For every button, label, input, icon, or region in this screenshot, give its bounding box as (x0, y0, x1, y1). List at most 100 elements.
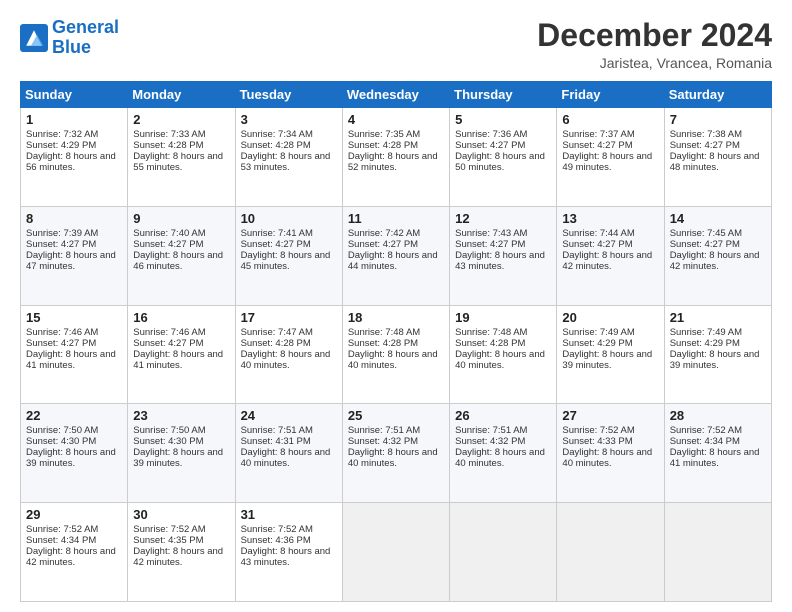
day-number: 3 (241, 112, 337, 127)
day-cell: 4Sunrise: 7:35 AMSunset: 4:28 PMDaylight… (342, 108, 449, 207)
day-cell: 7Sunrise: 7:38 AMSunset: 4:27 PMDaylight… (664, 108, 771, 207)
sunrise-label: Sunrise: 7:51 AM (241, 425, 313, 436)
day-cell: 16Sunrise: 7:46 AMSunset: 4:27 PMDayligh… (128, 305, 235, 404)
day-cell: 12Sunrise: 7:43 AMSunset: 4:27 PMDayligh… (450, 206, 557, 305)
col-header-wednesday: Wednesday (342, 82, 449, 108)
day-cell: 6Sunrise: 7:37 AMSunset: 4:27 PMDaylight… (557, 108, 664, 207)
sunset-label: Sunset: 4:29 PM (670, 338, 740, 349)
day-number: 6 (562, 112, 658, 127)
sunrise-label: Sunrise: 7:52 AM (670, 425, 742, 436)
day-cell: 28Sunrise: 7:52 AMSunset: 4:34 PMDayligh… (664, 404, 771, 503)
daylight-label: Daylight: 8 hours and 52 minutes. (348, 151, 438, 173)
day-cell: 9Sunrise: 7:40 AMSunset: 4:27 PMDaylight… (128, 206, 235, 305)
day-number: 26 (455, 408, 551, 423)
day-cell: 10Sunrise: 7:41 AMSunset: 4:27 PMDayligh… (235, 206, 342, 305)
sunrise-label: Sunrise: 7:35 AM (348, 129, 420, 140)
day-number: 8 (26, 211, 122, 226)
daylight-label: Daylight: 8 hours and 39 minutes. (26, 447, 116, 469)
sunset-label: Sunset: 4:28 PM (455, 338, 525, 349)
sunrise-label: Sunrise: 7:45 AM (670, 228, 742, 239)
day-cell: 15Sunrise: 7:46 AMSunset: 4:27 PMDayligh… (21, 305, 128, 404)
day-cell (557, 503, 664, 602)
sunset-label: Sunset: 4:27 PM (562, 239, 632, 250)
daylight-label: Daylight: 8 hours and 56 minutes. (26, 151, 116, 173)
sunrise-label: Sunrise: 7:51 AM (348, 425, 420, 436)
daylight-label: Daylight: 8 hours and 40 minutes. (241, 349, 331, 371)
day-number: 29 (26, 507, 122, 522)
sunrise-label: Sunrise: 7:44 AM (562, 228, 634, 239)
daylight-label: Daylight: 8 hours and 39 minutes. (562, 349, 652, 371)
day-cell: 31Sunrise: 7:52 AMSunset: 4:36 PMDayligh… (235, 503, 342, 602)
daylight-label: Daylight: 8 hours and 40 minutes. (455, 447, 545, 469)
sunset-label: Sunset: 4:27 PM (241, 239, 311, 250)
sunset-label: Sunset: 4:27 PM (133, 338, 203, 349)
daylight-label: Daylight: 8 hours and 53 minutes. (241, 151, 331, 173)
day-cell (342, 503, 449, 602)
day-number: 21 (670, 310, 766, 325)
day-number: 10 (241, 211, 337, 226)
title-block: December 2024 Jaristea, Vrancea, Romania (537, 18, 772, 71)
sunset-label: Sunset: 4:27 PM (670, 140, 740, 151)
day-number: 28 (670, 408, 766, 423)
day-number: 1 (26, 112, 122, 127)
day-cell: 13Sunrise: 7:44 AMSunset: 4:27 PMDayligh… (557, 206, 664, 305)
sunrise-label: Sunrise: 7:51 AM (455, 425, 527, 436)
sunset-label: Sunset: 4:30 PM (133, 436, 203, 447)
sunset-label: Sunset: 4:28 PM (241, 338, 311, 349)
col-header-friday: Friday (557, 82, 664, 108)
day-cell: 5Sunrise: 7:36 AMSunset: 4:27 PMDaylight… (450, 108, 557, 207)
day-cell: 25Sunrise: 7:51 AMSunset: 4:32 PMDayligh… (342, 404, 449, 503)
logo-line1: General (52, 17, 119, 37)
sunrise-label: Sunrise: 7:37 AM (562, 129, 634, 140)
day-number: 9 (133, 211, 229, 226)
day-cell (450, 503, 557, 602)
day-number: 18 (348, 310, 444, 325)
day-cell: 17Sunrise: 7:47 AMSunset: 4:28 PMDayligh… (235, 305, 342, 404)
col-header-thursday: Thursday (450, 82, 557, 108)
sunset-label: Sunset: 4:32 PM (348, 436, 418, 447)
sunrise-label: Sunrise: 7:42 AM (348, 228, 420, 239)
day-number: 30 (133, 507, 229, 522)
sunrise-label: Sunrise: 7:52 AM (133, 524, 205, 535)
day-number: 16 (133, 310, 229, 325)
day-cell: 29Sunrise: 7:52 AMSunset: 4:34 PMDayligh… (21, 503, 128, 602)
day-number: 2 (133, 112, 229, 127)
day-cell: 24 Sunrise: 7:51 AMSunset: 4:31 PMDayligh… (235, 404, 342, 503)
sunset-label: Sunset: 4:35 PM (133, 535, 203, 546)
daylight-label: Daylight: 8 hours and 40 minutes. (562, 447, 652, 469)
day-number: 7 (670, 112, 766, 127)
sunset-label: Sunset: 4:36 PM (241, 535, 311, 546)
day-number: 15 (26, 310, 122, 325)
daylight-label: Daylight: 8 hours and 40 minutes. (241, 447, 331, 469)
col-header-tuesday: Tuesday (235, 82, 342, 108)
sunrise-label: Sunrise: 7:38 AM (670, 129, 742, 140)
day-number: 24 (241, 408, 337, 423)
sunrise-label: Sunrise: 7:46 AM (133, 327, 205, 338)
day-number: 23 (133, 408, 229, 423)
day-cell: 26 Sunrise: 7:51 AMSunset: 4:32 PMDayligh… (450, 404, 557, 503)
day-number: 13 (562, 211, 658, 226)
day-cell: 22Sunrise: 7:50 AMSunset: 4:30 PMDayligh… (21, 404, 128, 503)
day-cell: 30 Sunrise: 7:52 AMSunset: 4:35 PMDayligh… (128, 503, 235, 602)
day-number: 19 (455, 310, 551, 325)
week-row-5: 29 Sunrise: 7:52 AM Sunset: 4:34 PM Dayligh… (21, 503, 772, 602)
day-cell: 11Sunrise: 7:42 AMSunset: 4:27 PMDayligh… (342, 206, 449, 305)
daylight-label: Daylight: 8 hours and 41 minutes. (26, 349, 116, 371)
sunrise-label: Sunrise: 7:40 AM (133, 228, 205, 239)
col-header-sunday: Sunday (21, 82, 128, 108)
sunset-label: Sunset: 4:31 PM (241, 436, 311, 447)
sunrise-label: Sunrise: 7:47 AM (241, 327, 313, 338)
day-number: 27 (562, 408, 658, 423)
sunset-label: Sunset: 4:34 PM (26, 535, 96, 546)
calendar: SundayMondayTuesdayWednesdayThursdayFrid… (20, 81, 772, 602)
daylight-label: Daylight: 8 hours and 50 minutes. (455, 151, 545, 173)
logo-text: General Blue (52, 18, 119, 58)
day-number: 5 (455, 112, 551, 127)
sunset-label: Sunset: 4:28 PM (348, 338, 418, 349)
sunset-label: Sunset: 4:34 PM (670, 436, 740, 447)
sunset-label: Sunset: 4:27 PM (455, 140, 525, 151)
daylight-label: Daylight: 8 hours and 42 minutes. (133, 546, 223, 568)
sunrise-label: Sunrise: 7:49 AM (670, 327, 742, 338)
sunset-label: Sunset: 4:32 PM (455, 436, 525, 447)
sunrise-label: Sunrise: 7:33 AM (133, 129, 205, 140)
